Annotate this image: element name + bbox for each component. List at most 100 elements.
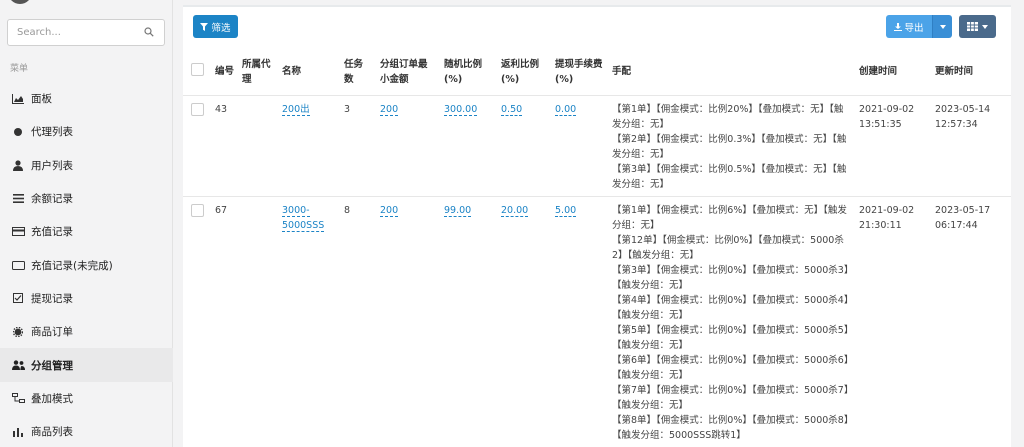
sidebar: 菜单 面板 代理列表 用户列表 余额记录 充值记录 充值记录(未完成) 提现记录 — [0, 0, 173, 447]
sidebar-item-recharge-log[interactable]: 充值记录 — [0, 215, 173, 248]
sidebar-item-label: 充值记录 — [31, 226, 73, 239]
sidebar-item-label: 代理列表 — [31, 126, 73, 139]
column-header-config[interactable]: 手配 — [608, 51, 855, 96]
sidebar-item-label: 提现记录 — [31, 292, 73, 305]
sidebar-item-label: 商品订单 — [31, 326, 73, 339]
cell-name: 3000-5000SSS — [278, 196, 340, 447]
filter-icon — [200, 22, 209, 31]
sidebar-item-dashboard[interactable]: 面板 — [0, 82, 173, 115]
avatar[interactable] — [8, 0, 32, 4]
cell-random-ratio: 300.00 — [440, 95, 497, 197]
column-header-name[interactable]: 名称 — [278, 51, 340, 96]
select-all-cell — [183, 51, 211, 96]
chevron-down-icon — [939, 24, 946, 29]
sidebar-item-withdraw-log[interactable]: 提现记录 — [0, 282, 173, 315]
cell-fee: 0.00 — [551, 95, 608, 197]
config-line: 【第4单】【佣金模式：比例0%】【叠加模式：5000杀4】【触发分组：无】 — [612, 294, 849, 321]
editable-name[interactable]: 3000-5000SSS — [282, 204, 325, 232]
column-header-id[interactable]: 编号 — [211, 51, 238, 96]
list-icon — [11, 193, 25, 205]
sidebar-item-label: 分组管理 — [31, 359, 73, 372]
sidebar-item-product-list[interactable]: 商品列表 — [0, 415, 173, 447]
cell-updated: 2023-05-17 06:17:44 — [931, 196, 1011, 447]
row-select-cell — [183, 95, 211, 197]
sidebar-item-product-orders[interactable]: 商品订单 — [0, 315, 173, 348]
filter-button[interactable]: 筛选 — [193, 15, 238, 38]
sidebar-item-agents[interactable]: 代理列表 — [0, 115, 173, 148]
editable-rebate-ratio[interactable]: 20.00 — [501, 204, 529, 217]
column-header-agent[interactable]: 所属代理 — [238, 51, 278, 96]
export-button-label: 导出 — [904, 22, 924, 34]
column-header-fee[interactable]: 提现手续费(%) — [551, 51, 608, 96]
row-select-cell — [183, 196, 211, 447]
select-all-checkbox[interactable] — [191, 63, 204, 77]
editable-fee[interactable]: 0.00 — [555, 103, 577, 116]
column-header-random-ratio[interactable]: 随机比例(%) — [440, 51, 497, 96]
sidebar-item-stack-mode[interactable]: 叠加模式 — [0, 382, 173, 415]
row-checkbox[interactable] — [191, 102, 204, 116]
sidebar-item-group-management[interactable]: 分组管理 — [0, 348, 173, 382]
export-button[interactable]: 导出 — [886, 15, 932, 38]
editable-rebate-ratio[interactable]: 0.50 — [501, 103, 523, 116]
cell-min-amount: 200 — [376, 95, 440, 197]
cell-config: 【第1单】【佣金模式：比例6%】【叠加模式：无】【触发分组：无】 【第12单】【… — [608, 196, 855, 447]
sidebar-item-balance-log[interactable]: 余额记录 — [0, 182, 173, 215]
cell-name: 200出 — [278, 95, 340, 197]
download-icon — [894, 22, 903, 31]
editable-min-amount[interactable]: 200 — [380, 204, 399, 217]
column-header-rebate-ratio[interactable]: 返利比例(%) — [497, 51, 551, 96]
cell-id: 43 — [211, 95, 238, 197]
chart-area-icon — [11, 93, 25, 105]
sidebar-item-users[interactable]: 用户列表 — [0, 149, 173, 182]
table-grid-icon — [967, 22, 978, 31]
user-icon — [11, 159, 25, 171]
gear-icon — [11, 326, 25, 338]
editable-random-ratio[interactable]: 99.00 — [444, 204, 472, 217]
config-line: 【第5单】【佣金模式：比例0%】【叠加模式：5000杀5】【触发分组：无】 — [612, 324, 849, 351]
table-row: 67 3000-5000SSS 8 200 99.00 20.00 5.00 【… — [183, 196, 1011, 447]
sidebar-item-label: 叠加模式 — [31, 392, 73, 405]
card-icon — [11, 226, 25, 238]
editable-min-amount[interactable]: 200 — [380, 103, 399, 116]
config-line: 【第8单】【佣金模式：比例0%】【叠加模式：5000杀8】【触发分组：5000S… — [612, 414, 849, 441]
users-icon — [11, 359, 25, 371]
table-header-row: 编号 所属代理 名称 任务数 分组订单最小金额 随机比例(%) 返利比例(%) … — [183, 51, 1011, 96]
main-panel: 筛选 导出 编号 所属代理 名称 任务数 分组订单最小金额 随机比例(%) 返利… — [183, 5, 1011, 447]
export-dropdown-toggle[interactable] — [932, 15, 952, 38]
config-line: 【第12单】【佣金模式：比例0%】【叠加模式：5000杀2】【触发分组：无】 — [612, 234, 844, 261]
cell-updated: 2023-05-14 12:57:34 — [931, 95, 1011, 197]
check-square-icon — [11, 292, 25, 304]
editable-random-ratio[interactable]: 300.00 — [444, 103, 478, 116]
search-box — [7, 19, 165, 46]
cell-min-amount: 200 — [376, 196, 440, 447]
search-icon[interactable] — [144, 27, 154, 37]
sidebar-item-recharge-pending[interactable]: 充值记录(未完成) — [0, 248, 173, 281]
sidebar-menu: 面板 代理列表 用户列表 余额记录 充值记录 充值记录(未完成) 提现记录 商品… — [0, 82, 173, 447]
cell-created: 2021-09-02 13:51:35 — [855, 95, 931, 197]
cell-tasks: 3 — [340, 95, 376, 197]
sidebar-item-label: 面板 — [31, 93, 52, 106]
config-line: 【第2单】【佣金模式：比例0.3%】【叠加模式：无】【触发分组：无】 — [612, 133, 847, 160]
sitemap-icon — [11, 392, 25, 404]
column-header-tasks[interactable]: 任务数 — [340, 51, 376, 96]
row-checkbox[interactable] — [191, 203, 204, 217]
editable-name[interactable]: 200出 — [282, 103, 310, 116]
editable-fee[interactable]: 5.00 — [555, 204, 577, 217]
cell-created: 2021-09-02 21:30:11 — [855, 196, 931, 447]
bars-icon — [11, 426, 25, 438]
cell-config: 【第1单】【佣金模式：比例20%】【叠加模式：无】【触发分组：无】 【第2单】【… — [608, 95, 855, 197]
config-line: 【第1单】【佣金模式：比例20%】【叠加模式：无】【触发分组：无】 — [612, 103, 844, 130]
cell-tasks: 8 — [340, 196, 376, 447]
column-header-min-amount[interactable]: 分组订单最小金额 — [376, 51, 440, 96]
column-header-created[interactable]: 创建时间 — [855, 51, 931, 96]
cell-rebate-ratio: 20.00 — [497, 196, 551, 447]
search-input[interactable] — [8, 20, 138, 45]
circle-icon — [11, 126, 25, 138]
filter-button-label: 筛选 — [211, 22, 231, 34]
columns-toggle-button[interactable] — [959, 15, 996, 38]
column-header-updated[interactable]: 更新时间 — [931, 51, 1011, 96]
sidebar-item-label: 充值记录(未完成) — [31, 259, 113, 272]
table-row: 43 200出 3 200 300.00 0.50 0.00 【第1单】【佣金模… — [183, 95, 1011, 197]
cell-agent — [238, 95, 278, 197]
config-line: 【第1单】【佣金模式：比例6%】【叠加模式：无】【触发分组：无】 — [612, 204, 847, 231]
